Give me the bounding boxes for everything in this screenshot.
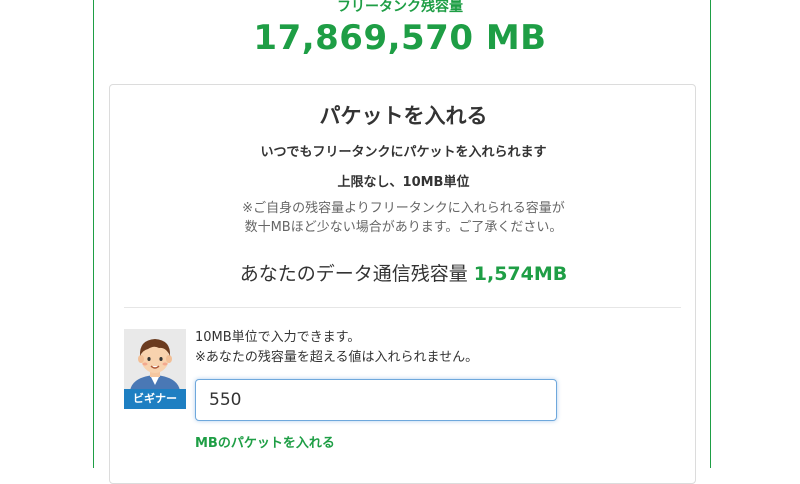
remaining-label: あなたのデータ通信残容量 [239, 263, 468, 285]
notice-line-1: ※ご自身の残容量よりフリータンクに入れられる容量が [242, 201, 565, 216]
beginner-person-icon [124, 329, 186, 391]
free-tank-amount: 17,869,570 MB [253, 18, 547, 58]
remaining-value: 1,574MB [473, 263, 568, 285]
packet-amount-input[interactable] [195, 379, 557, 421]
card-subtitle: いつでもフリータンクにパケットを入れられます [260, 145, 547, 160]
divider [124, 307, 681, 308]
notice-text: ※ご自身の残容量よりフリータンクに入れられる容量が 数十MBほど少ない場合があり… [110, 199, 697, 237]
notice-line-2: 数十MBほど少ない場合があります。ご了承ください。 [244, 220, 563, 235]
card-title: パケットを入れる [319, 104, 488, 128]
beginner-badge: ビギナー [124, 389, 186, 409]
packet-card: パケットを入れる いつでもフリータンクにパケットを入れられます 上限なし、10M… [109, 84, 696, 484]
input-hint: 10MB単位で入力できます。 ※あなたの残容量を超える値は入れられません。 [195, 328, 478, 368]
remaining-capacity: あなたのデータ通信残容量 1,574MB [110, 259, 697, 286]
avatar: ビギナー [124, 329, 186, 409]
submit-packet-button[interactable]: MBのパケットを入れる [195, 432, 335, 451]
hint-line-2: ※あなたの残容量を超える値は入れられません。 [195, 350, 479, 365]
free-tank-label: フリータンク残容量 [337, 0, 463, 15]
hint-line-1: 10MB単位で入力できます。 [195, 330, 361, 345]
limit-text: 上限なし、10MB単位 [337, 175, 470, 190]
